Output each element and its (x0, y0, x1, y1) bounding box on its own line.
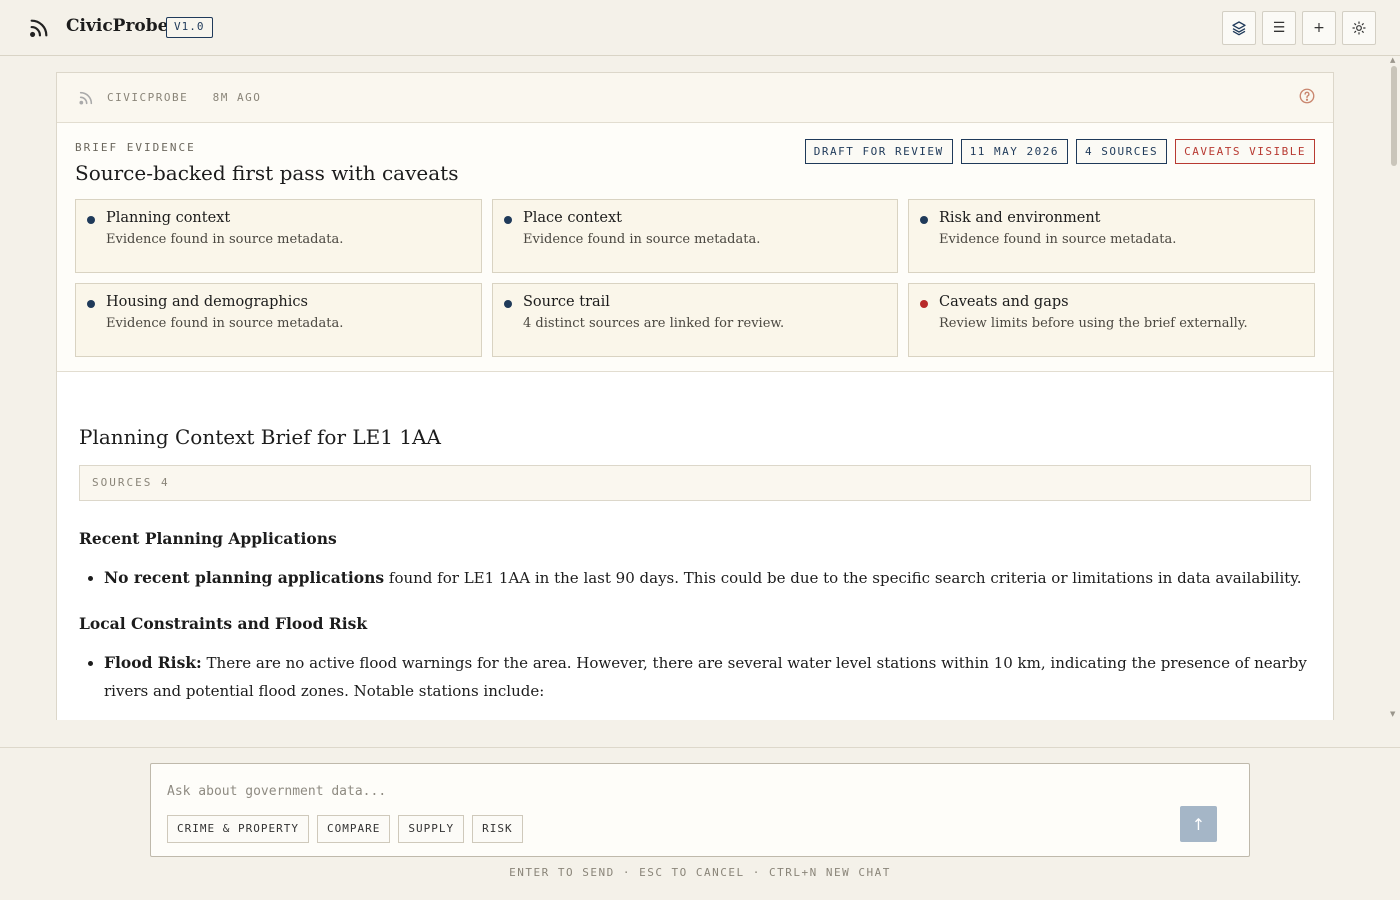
chat-input[interactable] (167, 784, 1067, 799)
item-bold-text: Flood Risk: (104, 653, 202, 672)
menu-icon: ☰ (1272, 20, 1286, 36)
status-badge-sources: 4 SOURCES (1076, 139, 1168, 164)
arrow-up-icon: ↑ (1191, 814, 1206, 834)
chip-risk[interactable]: RISK (472, 815, 523, 843)
status-dot (920, 216, 928, 224)
status-badge-draft: DRAFT FOR REVIEW (804, 139, 953, 164)
sun-theme-icon (1352, 21, 1366, 35)
status-dot (87, 300, 95, 308)
brief-content: Planning Context Brief for LE1 1AA SOURC… (79, 425, 1311, 720)
card-title: Housing and demographics (106, 294, 308, 310)
chip-compare[interactable]: COMPARE (316, 815, 391, 843)
evidence-title: Source-backed first pass with caveats (75, 161, 459, 185)
quick-prompts: CRIME & PROPERTY COMPARE SUPPLY RISK (167, 815, 523, 843)
scrollbar-thumb[interactable] (1391, 66, 1397, 166)
sources-toggle[interactable]: SOURCES 4 (79, 465, 1311, 501)
section-heading: Local Constraints and Flood Risk (79, 614, 368, 633)
item-bold-text: No recent planning applications (104, 568, 385, 587)
brief-panel: CIVICPROBE 8M AGO BRIEF EVIDENCE Source-… (56, 72, 1334, 720)
status-dot (504, 300, 512, 308)
version-badge: V1.0 (166, 17, 213, 38)
evidence-card: Caveats and gaps Review limits before us… (908, 283, 1315, 357)
card-title: Place context (523, 210, 622, 226)
send-button[interactable]: ↑ (1180, 806, 1217, 842)
status-dot (87, 216, 95, 224)
app-name: CivicProbe (66, 16, 169, 36)
scroll-down-icon[interactable]: ▼ (1390, 710, 1395, 718)
card-subtitle: Evidence found in source metadata. (939, 232, 1177, 247)
list-item: No recent planning applications found fo… (79, 564, 1311, 592)
keyboard-hint: ENTER TO SEND · ESC TO CANCEL · CTRL+N N… (509, 866, 891, 879)
evidence-label: BRIEF EVIDENCE (75, 141, 196, 154)
status-dot (920, 300, 928, 308)
scroll-up-icon[interactable]: ▲ (1390, 56, 1395, 64)
rss-feed-icon (30, 19, 48, 37)
chip-crime-property[interactable]: CRIME & PROPERTY (167, 815, 309, 843)
brief-evidence-section: BRIEF EVIDENCE Source-backed first pass … (57, 123, 1333, 372)
rss-feed-icon (79, 91, 93, 105)
list-item: Flood Risk: There are no active flood wa… (79, 649, 1311, 705)
status-dot (504, 216, 512, 224)
evidence-card: Source trail 4 distinct sources are link… (492, 283, 898, 357)
layers-icon (1232, 21, 1246, 36)
card-title: Planning context (106, 210, 231, 226)
panel-header: CIVICPROBE 8M AGO (57, 73, 1333, 123)
evidence-card: Housing and demographics Evidence found … (75, 283, 482, 357)
scrollbar[interactable]: ▲ ▼ (1388, 56, 1400, 720)
chip-supply[interactable]: SUPPLY (398, 815, 465, 843)
card-subtitle: Review limits before using the brief ext… (939, 316, 1248, 331)
panel-meta: CIVICPROBE 8M AGO (107, 91, 262, 104)
card-subtitle: 4 distinct sources are linked for review… (523, 316, 785, 331)
card-subtitle: Evidence found in source metadata. (106, 232, 344, 247)
divider (0, 747, 1400, 748)
section-heading: Recent Planning Applications (79, 529, 337, 548)
card-title: Caveats and gaps (939, 294, 1069, 310)
evidence-cards: Planning context Evidence found in sourc… (75, 199, 1315, 357)
card-title: Risk and environment (939, 210, 1101, 226)
evidence-card: Planning context Evidence found in sourc… (75, 199, 482, 273)
item-text: found for LE1 1AA in the last 90 days. T… (384, 569, 1302, 587)
item-text: There are no active flood warnings for t… (104, 654, 1307, 700)
status-badge-caveats: CAVEATS VISIBLE (1175, 139, 1315, 164)
evidence-card: Risk and environment Evidence found in s… (908, 199, 1315, 273)
card-title: Source trail (523, 294, 610, 310)
chat-composer: CRIME & PROPERTY COMPARE SUPPLY RISK ↑ (150, 763, 1250, 857)
status-tags: DRAFT FOR REVIEW 11 MAY 2026 4 SOURCES C… (804, 139, 1315, 164)
status-badge-date: 11 MAY 2026 (960, 139, 1069, 164)
new-chat-button[interactable]: + (1302, 11, 1336, 45)
help-circle-icon[interactable] (1298, 87, 1316, 105)
card-subtitle: Evidence found in source metadata. (523, 232, 761, 247)
brief-title: Planning Context Brief for LE1 1AA (79, 425, 441, 449)
menu-button[interactable]: ☰ (1262, 11, 1296, 45)
theme-toggle-button[interactable] (1342, 11, 1376, 45)
plus-icon: + (1313, 20, 1325, 36)
layers-button[interactable] (1222, 11, 1256, 45)
card-subtitle: Evidence found in source metadata. (106, 316, 344, 331)
top-bar: CivicProbe V1.0 ☰ + (0, 0, 1400, 56)
evidence-card: Place context Evidence found in source m… (492, 199, 898, 273)
